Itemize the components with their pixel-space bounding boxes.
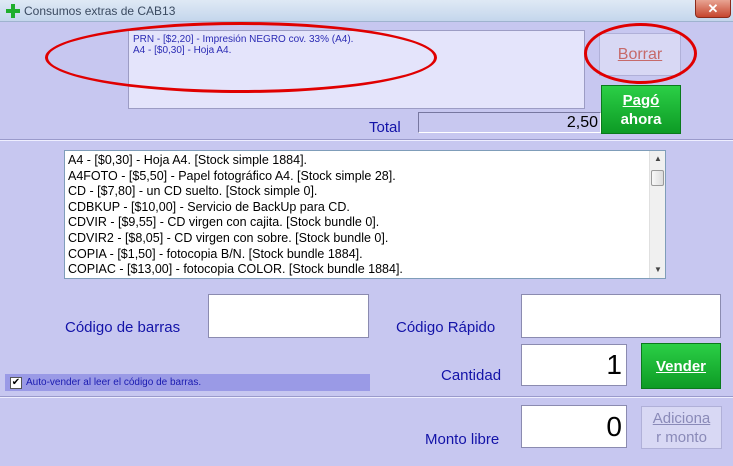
pago-ahora-label-1: Pagó: [622, 91, 660, 109]
codigo-barras-input[interactable]: [208, 294, 369, 338]
cantidad-label: Cantidad: [441, 367, 502, 384]
scroll-up-icon[interactable]: ▲: [650, 151, 666, 167]
list-item[interactable]: CDVIR - [$9,55] - CD virgen con cajita. …: [68, 215, 646, 231]
auto-vender-bar[interactable]: ✔ Auto-vender al leer el código de barra…: [5, 374, 370, 391]
divider: [0, 139, 733, 141]
vender-label: Vender: [655, 357, 707, 375]
list-item[interactable]: A4FOTO - [$5,50] - Papel fotográfico A4.…: [68, 169, 646, 185]
close-button[interactable]: ✕: [695, 0, 731, 18]
borrar-button[interactable]: Borrar: [599, 33, 681, 76]
codigo-rapido-label: Código Rápido: [396, 319, 496, 336]
list-item[interactable]: CDVIR2 - [$8,05] - CD virgen con sobre. …: [68, 231, 646, 247]
monto-libre-label: Monto libre: [425, 431, 500, 448]
product-list[interactable]: A4 - [$0,30] - Hoja A4. [Stock simple 18…: [64, 150, 666, 279]
vender-button[interactable]: Vender: [641, 343, 721, 389]
selected-items-list[interactable]: PRN - [$2,20] - Impresión NEGRO cov. 33%…: [128, 30, 585, 109]
codigo-barras-label: Código de barras: [65, 319, 181, 336]
list-item[interactable]: COPIAC - [$13,00] - fotocopia COLOR. [St…: [68, 262, 646, 278]
title-bar: Consumos extras de CAB13 ✕: [0, 0, 733, 22]
selected-item: A4 - [$0,30] - Hoja A4.: [133, 45, 232, 56]
green-cross-icon: [6, 4, 20, 18]
divider: [0, 396, 733, 398]
main-panel: PRN - [$2,20] - Impresión NEGRO cov. 33%…: [0, 22, 733, 466]
pago-ahora-label-2: ahora: [620, 110, 662, 128]
borrar-label: Borrar: [617, 45, 663, 63]
list-item[interactable]: CD - [$7,80] - un CD suelto. [Stock simp…: [68, 184, 646, 200]
total-label: Total: [369, 119, 401, 136]
total-value: 2,50: [418, 112, 601, 133]
monto-libre-input[interactable]: 0: [521, 405, 627, 448]
list-item[interactable]: A4 - [$0,30] - Hoja A4. [Stock simple 18…: [68, 153, 646, 169]
adicionar-monto-button[interactable]: Adiciona r monto: [641, 406, 722, 449]
auto-vender-label: Auto-vender al leer el código de barras.: [26, 377, 202, 388]
window-title: Consumos extras de CAB13: [24, 4, 176, 18]
adicionar-label-2: r monto: [656, 428, 707, 446]
scroll-down-icon[interactable]: ▼: [650, 262, 666, 278]
list-scrollbar[interactable]: ▲ ▼: [649, 151, 665, 278]
adicionar-label-1: Adiciona: [652, 409, 711, 427]
cantidad-input[interactable]: 1: [521, 344, 627, 386]
pago-ahora-button[interactable]: Pagó ahora: [601, 85, 681, 134]
list-item[interactable]: COPIA - [$1,50] - fotocopia B/N. [Stock …: [68, 247, 646, 263]
codigo-rapido-input[interactable]: [521, 294, 721, 338]
selected-item: PRN - [$2,20] - Impresión NEGRO cov. 33%…: [133, 34, 354, 45]
product-list-items: A4 - [$0,30] - Hoja A4. [Stock simple 18…: [65, 151, 649, 278]
auto-vender-checkbox[interactable]: ✔: [10, 376, 22, 389]
list-item[interactable]: CDBKUP - [$10,00] - Servicio de BackUp p…: [68, 200, 646, 216]
scroll-thumb[interactable]: [651, 170, 664, 186]
